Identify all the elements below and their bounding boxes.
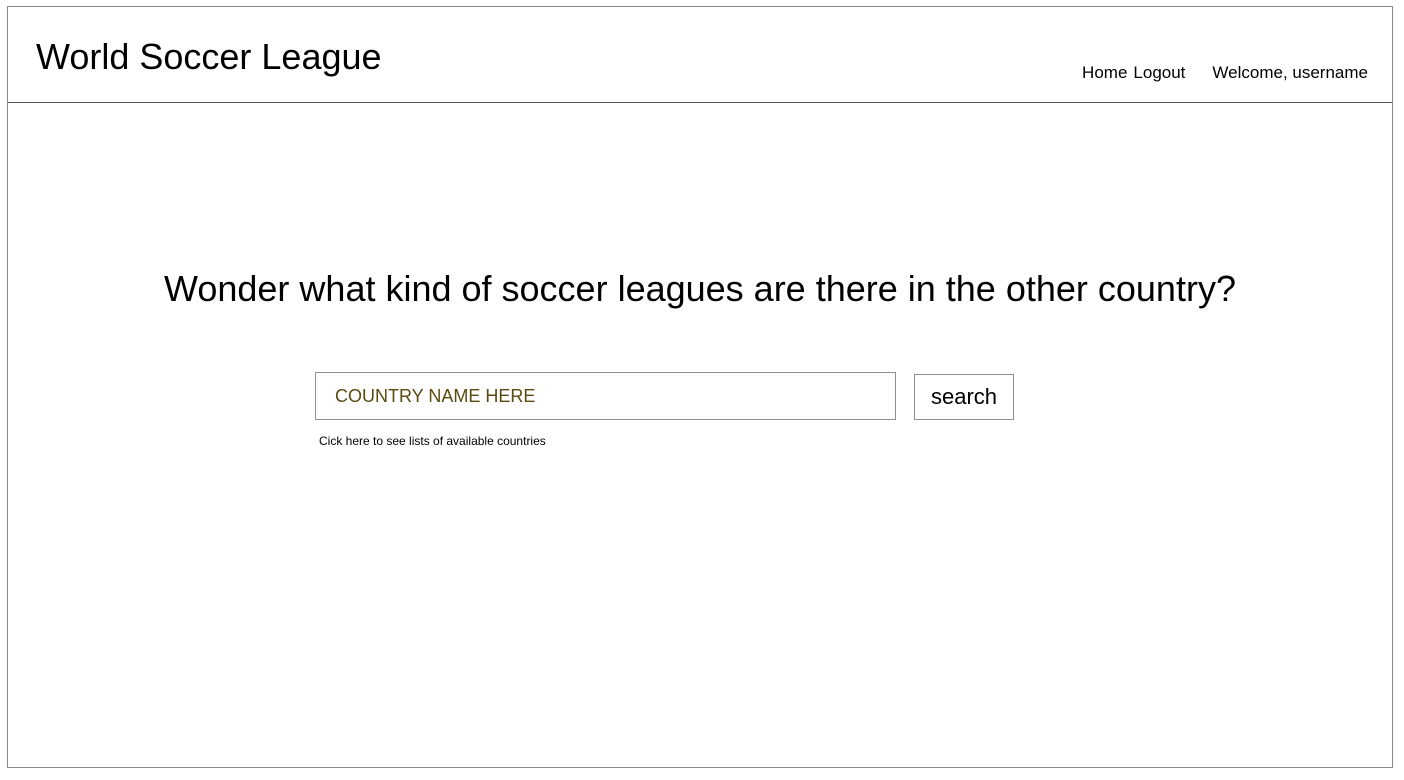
- app-title: World Soccer League: [36, 36, 382, 77]
- page-headline: Wonder what kind of soccer leagues are t…: [164, 268, 1236, 309]
- country-search-input[interactable]: [315, 372, 896, 420]
- nav-logout-link[interactable]: Logout: [1133, 62, 1185, 84]
- nav-home-link[interactable]: Home: [1082, 62, 1127, 84]
- top-nav: Home Logout Welcome, username: [1082, 62, 1368, 84]
- header: World Soccer League Home Logout Welcome,…: [8, 7, 1392, 103]
- page-frame: World Soccer League Home Logout Welcome,…: [7, 6, 1393, 768]
- search-button[interactable]: search: [914, 374, 1014, 420]
- welcome-text: Welcome, username: [1212, 63, 1368, 82]
- available-countries-link[interactable]: Cick here to see lists of available coun…: [319, 434, 546, 448]
